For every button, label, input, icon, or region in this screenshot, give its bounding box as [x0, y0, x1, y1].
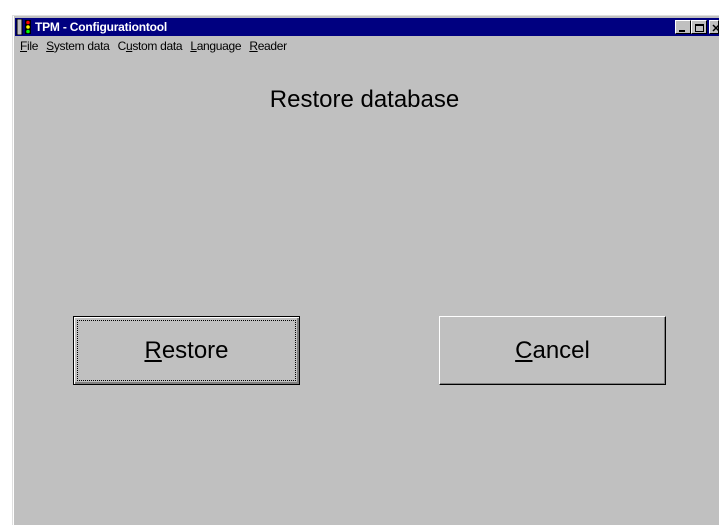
close-icon[interactable]	[709, 20, 719, 34]
maximize-icon[interactable]	[691, 20, 707, 34]
menu-bar: File System data Custom data Language Re…	[15, 36, 719, 55]
menu-reader[interactable]: Reader	[245, 39, 291, 53]
menu-language[interactable]: Language	[186, 39, 245, 53]
page-title: Restore database	[269, 86, 460, 113]
title-bar[interactable]: TPM - Configurationtool	[15, 18, 719, 36]
minimize-icon[interactable]	[675, 20, 691, 34]
window-title: TPM - Configurationtool	[35, 20, 168, 34]
menu-file[interactable]: File	[15, 39, 42, 53]
app-window: TPM - Configurationtool File System data…	[12, 15, 719, 525]
menu-system-data[interactable]: System data	[42, 39, 113, 53]
client-area: Restore database Restore Cancel	[15, 55, 719, 525]
cancel-button[interactable]: Cancel	[439, 316, 666, 385]
traffic-light-icon[interactable]	[16, 18, 32, 36]
title-buttons	[675, 20, 719, 34]
restore-button[interactable]: Restore	[73, 316, 300, 385]
menu-custom-data[interactable]: Custom data	[114, 39, 187, 53]
